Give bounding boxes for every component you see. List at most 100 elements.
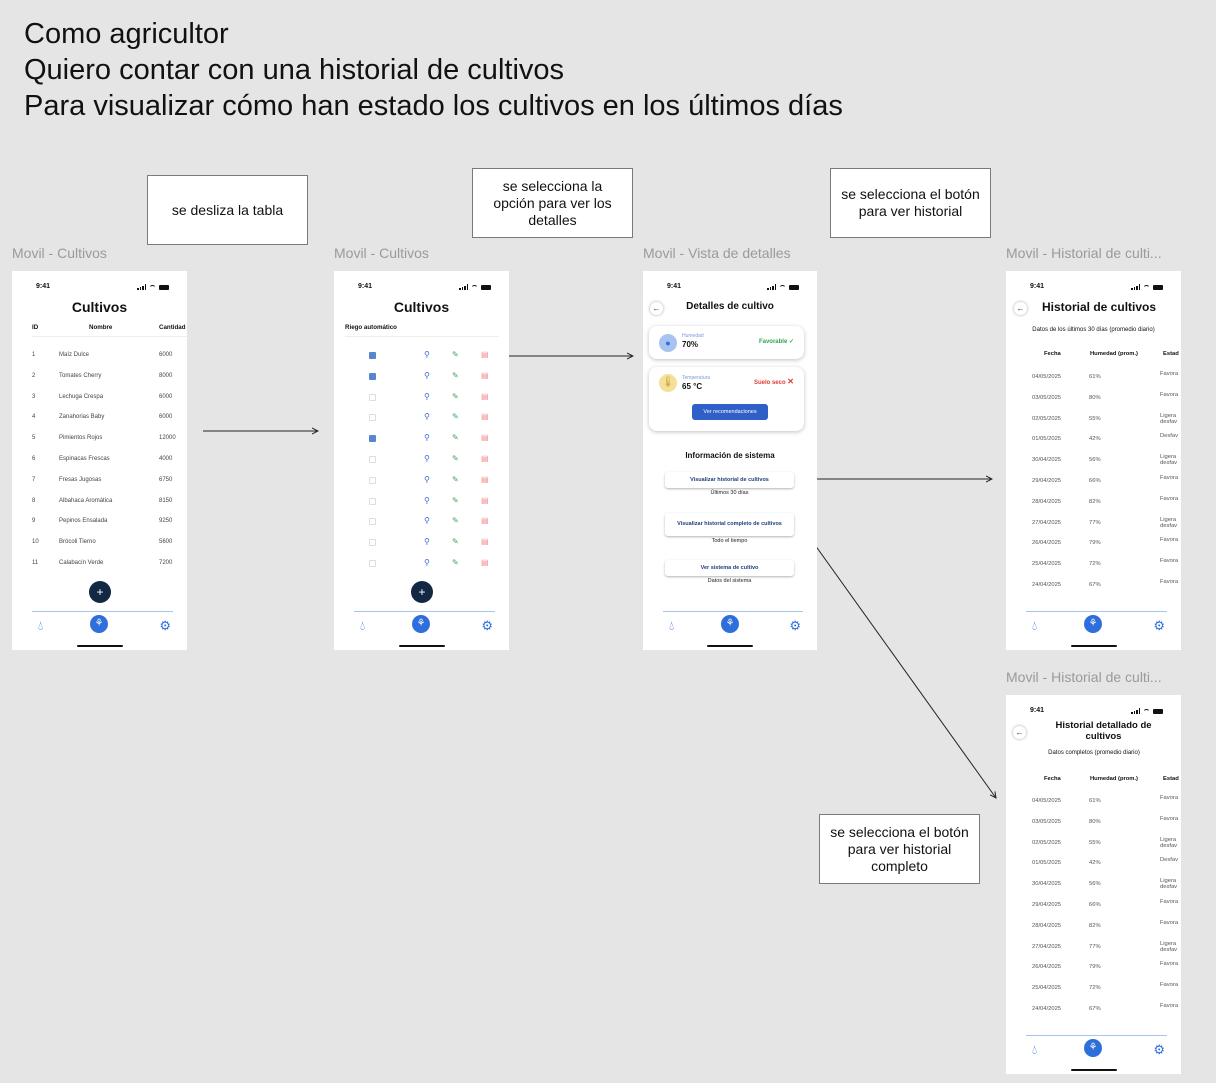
gear-icon[interactable]: ⚙: [1153, 618, 1165, 634]
auto-irrigation-checkbox[interactable]: [369, 414, 376, 422]
edit-icon[interactable]: ✎: [452, 434, 459, 442]
edit-icon[interactable]: ✎: [452, 517, 459, 525]
water-drop-icon[interactable]: 💧︎: [1032, 1042, 1037, 1058]
table-row[interactable]: 8 Albahaca Aromática 8150: [32, 492, 187, 513]
water-drop-icon[interactable]: 💧︎: [38, 618, 43, 634]
auto-irrigation-checkbox[interactable]: [369, 560, 376, 567]
water-drop-icon[interactable]: 💧︎: [360, 618, 365, 634]
trash-icon[interactable]: ▤: [481, 496, 489, 505]
auto-irrigation-checkbox[interactable]: [369, 456, 376, 463]
table-row[interactable]: 03/05/2025 80% Favora: [1006, 389, 1181, 410]
table-row[interactable]: 30/04/2025 56% Ligera desfav: [1006, 875, 1181, 896]
table-row[interactable]: 4 Zanahorias Baby 6000: [32, 408, 187, 429]
table-row[interactable]: 04/05/2025 61% Favora: [1006, 792, 1181, 813]
table-row[interactable]: 01/05/2025 42% Desfav: [1006, 430, 1181, 451]
edit-icon[interactable]: ✎: [452, 559, 459, 567]
auto-irrigation-checkbox[interactable]: [369, 372, 376, 380]
table-row[interactable]: 6 Espinacas Frescas 4000: [32, 450, 187, 471]
table-row[interactable]: 2 Tomates Cherry 8000: [32, 367, 187, 388]
view-full-history-button[interactable]: Visualizar historial completo de cultivo…: [665, 513, 794, 536]
trash-icon[interactable]: ▤: [481, 559, 489, 567]
search-icon[interactable]: ⚲: [424, 496, 430, 505]
edit-icon[interactable]: ✎: [452, 392, 459, 401]
edit-icon[interactable]: ✎: [452, 371, 459, 380]
edit-icon[interactable]: ✎: [452, 455, 459, 463]
view-system-button[interactable]: Ver sistema de cultivo: [665, 560, 794, 576]
search-icon[interactable]: ⚲: [424, 413, 430, 421]
table-row[interactable]: 25/04/2025 72% Favora: [1006, 555, 1181, 576]
gear-icon[interactable]: ⚙: [159, 618, 171, 634]
table-row[interactable]: 04/05/2025 61% Favora: [1006, 368, 1181, 389]
trash-icon[interactable]: ▤: [481, 351, 489, 359]
table-row[interactable]: 11 Calabacín Verde 7200: [32, 554, 187, 575]
search-icon[interactable]: ⚲: [424, 517, 430, 525]
water-drop-icon[interactable]: 💧︎: [669, 618, 674, 634]
table-row[interactable]: 25/04/2025 72% Favora: [1006, 979, 1181, 1000]
table-row[interactable]: 26/04/2025 79% Favora: [1006, 958, 1181, 979]
table-row[interactable]: 28/04/2025 82% Favora: [1006, 917, 1181, 938]
edit-icon[interactable]: ✎: [452, 351, 459, 359]
trash-icon[interactable]: ▤: [481, 475, 489, 484]
add-button[interactable]: +: [411, 581, 433, 603]
edit-icon[interactable]: ✎: [452, 496, 459, 505]
water-drop-icon[interactable]: 💧︎: [1032, 618, 1037, 634]
plant-icon[interactable]: ⚘: [1084, 615, 1102, 633]
trash-icon[interactable]: ▤: [481, 392, 489, 401]
table-row[interactable]: 30/04/2025 56% Ligera desfav: [1006, 451, 1181, 472]
table-row[interactable]: 24/04/2025 67% Favora: [1006, 576, 1181, 597]
table-row[interactable]: 28/04/2025 82% Favora: [1006, 493, 1181, 514]
auto-irrigation-checkbox[interactable]: [369, 497, 376, 505]
trash-icon[interactable]: ▤: [481, 371, 489, 380]
edit-icon[interactable]: ✎: [452, 413, 459, 421]
search-icon[interactable]: ⚲: [424, 434, 430, 442]
auto-irrigation-checkbox[interactable]: [369, 518, 376, 526]
recommendations-button[interactable]: Ver recomendaciones: [692, 404, 768, 420]
search-icon[interactable]: ⚲: [424, 351, 430, 359]
table-row[interactable]: 27/04/2025 77% Ligera desfav: [1006, 938, 1181, 959]
back-button[interactable]: ←: [1014, 302, 1027, 315]
table-row[interactable]: 9 Pepinos Ensalada 9250: [32, 512, 187, 533]
plant-icon[interactable]: ⚘: [90, 615, 108, 633]
table-row[interactable]: 10 Brócoli Tierno 5600: [32, 533, 187, 554]
table-row[interactable]: 3 Lechuga Crespa 6000: [32, 388, 187, 409]
table-row[interactable]: 02/05/2025 55% Ligera desfav: [1006, 834, 1181, 855]
plant-icon[interactable]: ⚘: [412, 615, 430, 633]
gear-icon[interactable]: ⚙: [789, 618, 801, 634]
search-icon[interactable]: ⚲: [424, 475, 430, 484]
search-icon[interactable]: ⚲: [424, 371, 430, 380]
trash-icon[interactable]: ▤: [481, 434, 489, 442]
edit-icon[interactable]: ✎: [452, 475, 459, 484]
auto-irrigation-checkbox[interactable]: [369, 352, 376, 359]
gear-icon[interactable]: ⚙: [1153, 1042, 1165, 1058]
edit-icon[interactable]: ✎: [452, 538, 459, 546]
table-row[interactable]: 02/05/2025 55% Ligera desfav: [1006, 410, 1181, 431]
add-button[interactable]: +: [89, 581, 111, 603]
table-row[interactable]: 27/04/2025 77% Ligera desfav: [1006, 514, 1181, 535]
trash-icon[interactable]: ▤: [481, 413, 489, 421]
search-icon[interactable]: ⚲: [424, 455, 430, 463]
auto-irrigation-checkbox[interactable]: [369, 476, 376, 484]
table-row[interactable]: 29/04/2025 66% Favora: [1006, 896, 1181, 917]
gear-icon[interactable]: ⚙: [481, 618, 493, 634]
search-icon[interactable]: ⚲: [424, 392, 430, 401]
auto-irrigation-checkbox[interactable]: [369, 539, 376, 547]
table-row[interactable]: 7 Fresas Jugosas 6750: [32, 471, 187, 492]
view-history-button[interactable]: Visualizar historial de cultivos: [665, 472, 794, 488]
table-row[interactable]: 24/04/2025 67% Favora: [1006, 1000, 1181, 1021]
table-row[interactable]: 29/04/2025 66% Favora: [1006, 472, 1181, 493]
auto-irrigation-checkbox[interactable]: [369, 393, 376, 401]
trash-icon[interactable]: ▤: [481, 455, 489, 463]
table-row[interactable]: 03/05/2025 80% Favora: [1006, 813, 1181, 834]
plant-icon[interactable]: ⚘: [1084, 1039, 1102, 1057]
table-row[interactable]: 1 Maíz Dulce 6000: [32, 346, 187, 367]
auto-irrigation-checkbox[interactable]: [369, 435, 376, 443]
search-icon[interactable]: ⚲: [424, 538, 430, 546]
search-icon[interactable]: ⚲: [424, 559, 430, 567]
table-row[interactable]: 01/05/2025 42% Desfav: [1006, 854, 1181, 875]
back-button[interactable]: ←: [1013, 726, 1026, 739]
table-row[interactable]: 5 Pimientos Rojos 12000: [32, 429, 187, 450]
table-row[interactable]: 26/04/2025 79% Favora: [1006, 534, 1181, 555]
trash-icon[interactable]: ▤: [481, 538, 489, 546]
trash-icon[interactable]: ▤: [481, 517, 489, 525]
plant-icon[interactable]: ⚘: [721, 615, 739, 633]
